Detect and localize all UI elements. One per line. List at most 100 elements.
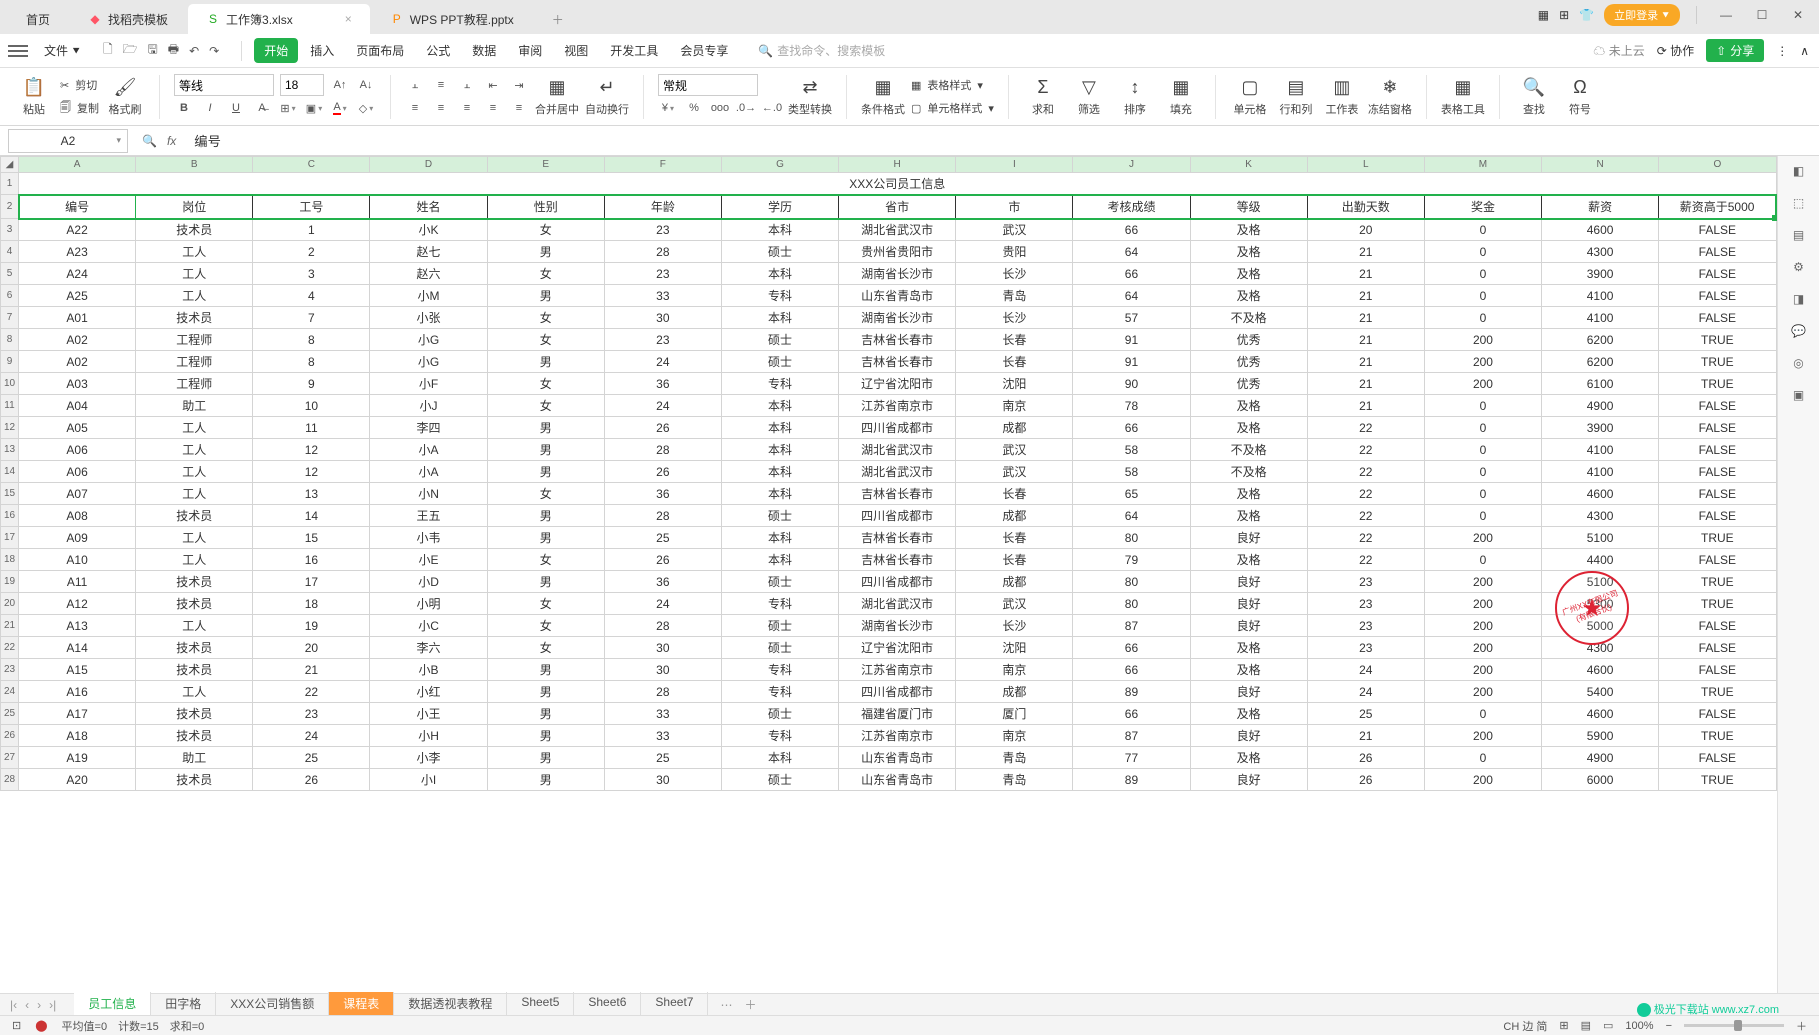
data-cell[interactable]: 辽宁省沈阳市 [839,373,956,395]
bold-icon[interactable]: B [174,98,194,118]
data-cell[interactable]: 5400 [1542,681,1659,703]
data-cell[interactable]: 厦门 [956,703,1073,725]
data-cell[interactable]: 青岛 [956,285,1073,307]
data-cell[interactable]: 女 [487,263,604,285]
col-header[interactable]: L [1307,157,1424,173]
data-cell[interactable]: 良好 [1190,681,1307,703]
data-cell[interactable]: 男 [487,681,604,703]
data-cell[interactable]: 16 [253,549,370,571]
data-cell[interactable]: 湖北省武汉市 [839,439,956,461]
menu-tab-审阅[interactable]: 审阅 [508,38,552,63]
data-cell[interactable]: 赵六 [370,263,487,285]
data-cell[interactable]: A17 [19,703,136,725]
data-cell[interactable]: 0 [1424,703,1541,725]
data-cell[interactable]: 男 [487,703,604,725]
data-cell[interactable]: 专科 [721,373,838,395]
menu-tab-开始[interactable]: 开始 [254,38,298,63]
col-header[interactable]: C [253,157,370,173]
data-cell[interactable]: 21 [1307,285,1424,307]
data-cell[interactable]: 8 [253,351,370,373]
data-cell[interactable]: 23 [1307,615,1424,637]
zoom-in-icon[interactable]: ＋ [1796,1018,1807,1034]
data-cell[interactable]: 25 [604,527,721,549]
data-cell[interactable]: 良好 [1190,527,1307,549]
col-header[interactable]: A [19,157,136,173]
data-cell[interactable]: 硕士 [721,329,838,351]
font-name-combo[interactable] [174,74,274,96]
row-header[interactable]: 22 [1,637,19,659]
data-cell[interactable]: A09 [19,527,136,549]
data-cell[interactable]: 本科 [721,439,838,461]
data-cell[interactable]: 及格 [1190,241,1307,263]
col-header[interactable]: O [1659,157,1776,173]
sheet-tab[interactable]: Sheet7 [641,992,708,1017]
data-cell[interactable]: 23 [1307,593,1424,615]
data-cell[interactable]: 女 [487,329,604,351]
data-cell[interactable]: 26 [253,769,370,791]
data-cell[interactable]: 吉林省长春市 [839,527,956,549]
menu-tab-插入[interactable]: 插入 [300,38,344,63]
data-cell[interactable]: A22 [19,219,136,241]
menu-tab-页面布局[interactable]: 页面布局 [346,38,414,63]
data-cell[interactable]: 及格 [1190,483,1307,505]
panel-icon-3[interactable]: ▤ [1793,228,1804,242]
data-cell[interactable]: 良好 [1190,615,1307,637]
data-cell[interactable]: 长春 [956,527,1073,549]
data-cell[interactable]: 0 [1424,483,1541,505]
redo-icon[interactable]: ↷ [209,44,219,58]
data-cell[interactable]: FALSE [1659,439,1776,461]
data-cell[interactable]: 工人 [136,681,253,703]
data-cell[interactable]: 专科 [721,285,838,307]
data-cell[interactable]: 26 [1307,769,1424,791]
sheet-first-icon[interactable]: |‹ [10,998,17,1012]
header-cell[interactable]: 奖金 [1424,195,1541,219]
more-icon[interactable]: ⋮ [1776,44,1788,58]
data-cell[interactable]: 优秀 [1190,351,1307,373]
data-cell[interactable]: 长春 [956,329,1073,351]
row-header[interactable]: 26 [1,725,19,747]
ime-status[interactable]: CH 边 简 [1503,1018,1547,1034]
data-cell[interactable]: 工人 [136,461,253,483]
col-header[interactable]: J [1073,157,1190,173]
data-cell[interactable]: 30 [604,307,721,329]
row-header[interactable]: 28 [1,769,19,791]
cond-format-button[interactable]: ▦条件格式 [861,77,905,117]
panel-settings-icon[interactable]: ⚙ [1793,260,1804,274]
grid-view-icon[interactable]: ▦ [1538,8,1549,22]
freeze-button[interactable]: ❄冻结窗格 [1368,77,1412,117]
data-cell[interactable]: A08 [19,505,136,527]
data-cell[interactable]: 23 [604,263,721,285]
data-cell[interactable]: 湖北省武汉市 [839,219,956,241]
data-cell[interactable]: 四川省成都市 [839,571,956,593]
data-cell[interactable]: 66 [1073,417,1190,439]
col-header[interactable]: I [956,157,1073,173]
data-cell[interactable]: 0 [1424,505,1541,527]
data-cell[interactable]: 64 [1073,241,1190,263]
data-cell[interactable]: 26 [604,549,721,571]
cell-button[interactable]: ▢单元格 [1230,77,1270,117]
data-cell[interactable]: 江苏省南京市 [839,725,956,747]
data-cell[interactable]: 0 [1424,307,1541,329]
data-cell[interactable]: 22 [1307,505,1424,527]
data-cell[interactable]: 4300 [1542,505,1659,527]
col-header[interactable]: E [487,157,604,173]
data-cell[interactable]: A25 [19,285,136,307]
col-header[interactable]: H [839,157,956,173]
data-cell[interactable]: 小A [370,439,487,461]
data-cell[interactable]: 湖北省武汉市 [839,593,956,615]
data-cell[interactable]: 4100 [1542,307,1659,329]
data-cell[interactable]: 80 [1073,571,1190,593]
row-header[interactable]: 24 [1,681,19,703]
formula-input[interactable] [190,129,1819,153]
data-cell[interactable]: FALSE [1659,417,1776,439]
data-cell[interactable]: 四川省成都市 [839,505,956,527]
data-cell[interactable]: 200 [1424,769,1541,791]
data-cell[interactable]: 武汉 [956,439,1073,461]
data-cell[interactable]: 男 [487,461,604,483]
data-cell[interactable]: 良好 [1190,725,1307,747]
data-cell[interactable]: 助工 [136,747,253,769]
data-cell[interactable]: 小G [370,351,487,373]
data-cell[interactable]: 硕士 [721,769,838,791]
data-cell[interactable]: 28 [604,241,721,263]
data-cell[interactable]: 工人 [136,285,253,307]
